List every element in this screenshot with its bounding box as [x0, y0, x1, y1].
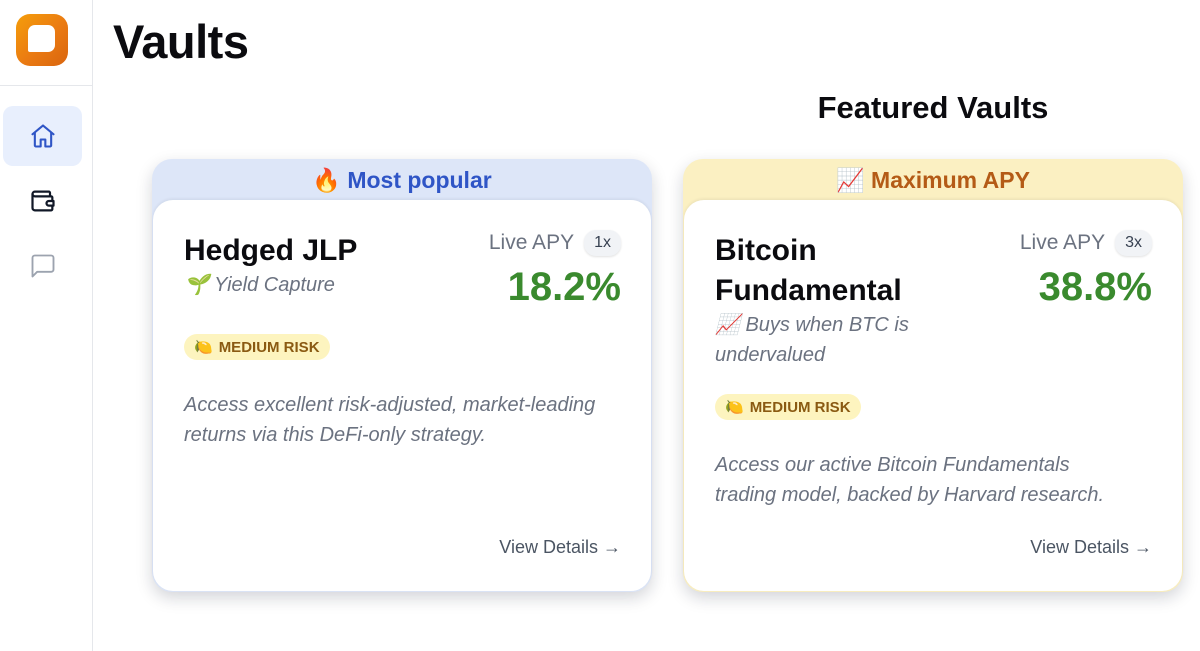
apy-value: 18.2%	[507, 265, 621, 309]
vault-tag: 📈 Buys when BTC is undervalued	[715, 310, 945, 370]
banner-label: Maximum APY	[871, 167, 1030, 193]
sidebar	[0, 0, 93, 651]
seedling-icon: 🌱	[184, 274, 209, 296]
live-apy: Live APY 1x	[489, 230, 621, 256]
lemon-icon: 🍋	[725, 399, 744, 416]
risk-label: MEDIUM RISK	[218, 338, 320, 356]
fire-icon: 🔥	[312, 167, 341, 193]
risk-label: MEDIUM RISK	[749, 398, 851, 416]
home-icon	[30, 124, 55, 148]
vault-card-body[interactable]: Bitcoin Fundamental 📈 Buys when BTC is u…	[684, 200, 1182, 591]
app-logo[interactable]	[16, 14, 68, 66]
apy-value: 38.8%	[1038, 265, 1152, 309]
wallet-icon	[30, 190, 55, 212]
vault-name: Bitcoin Fundamental	[715, 234, 902, 307]
vault-card-bitcoin-fundamental: 📈 Maximum APY Bitcoin Fundamental 📈 Buys…	[683, 159, 1183, 592]
sidebar-item-wallet[interactable]	[3, 171, 82, 231]
vault-tag-text: Buys when BTC is undervalued	[715, 314, 909, 366]
leverage-badge: 3x	[1115, 230, 1152, 256]
vault-tag: 🌱 Yield Capture	[184, 270, 444, 300]
card-banner: 🔥 Most popular	[152, 159, 652, 201]
section-title: Featured Vaults	[817, 90, 1049, 125]
vault-card-hedged-jlp: 🔥 Most popular Hedged JLP 🌱 Yield Captur…	[152, 159, 652, 592]
sidebar-item-messages[interactable]	[3, 236, 82, 296]
chart-up-icon: 📈	[836, 167, 865, 193]
logo-area	[0, 0, 92, 86]
vault-name: Hedged JLP	[184, 234, 358, 267]
vault-description: Access our active Bitcoin Fundamentals t…	[715, 454, 1105, 506]
risk-badge: 🍋 MEDIUM RISK	[184, 334, 330, 360]
chart-up-icon: 📈	[715, 314, 740, 336]
page-title: Vaults	[113, 15, 249, 68]
vault-description: Access excellent risk-adjusted, market-l…	[184, 394, 596, 446]
live-apy-label: Live APY	[488, 231, 575, 254]
chat-icon	[31, 254, 54, 278]
card-banner: 📈 Maximum APY	[683, 159, 1183, 201]
view-details-link[interactable]: View Details →	[1030, 537, 1152, 558]
sidebar-item-home[interactable]	[3, 106, 82, 166]
view-details-link[interactable]: View Details →	[499, 537, 621, 558]
banner-label: Most popular	[347, 167, 492, 193]
lemon-icon: 🍋	[194, 339, 213, 356]
vault-card-body[interactable]: Hedged JLP 🌱 Yield Capture Live APY 1x 1…	[153, 200, 651, 591]
vault-tag-text: Yield Capture	[214, 274, 335, 296]
risk-badge: 🍋 MEDIUM RISK	[715, 394, 861, 420]
live-apy: Live APY 3x	[1020, 230, 1152, 256]
leverage-badge: 1x	[584, 230, 621, 256]
live-apy-label: Live APY	[1019, 231, 1106, 254]
